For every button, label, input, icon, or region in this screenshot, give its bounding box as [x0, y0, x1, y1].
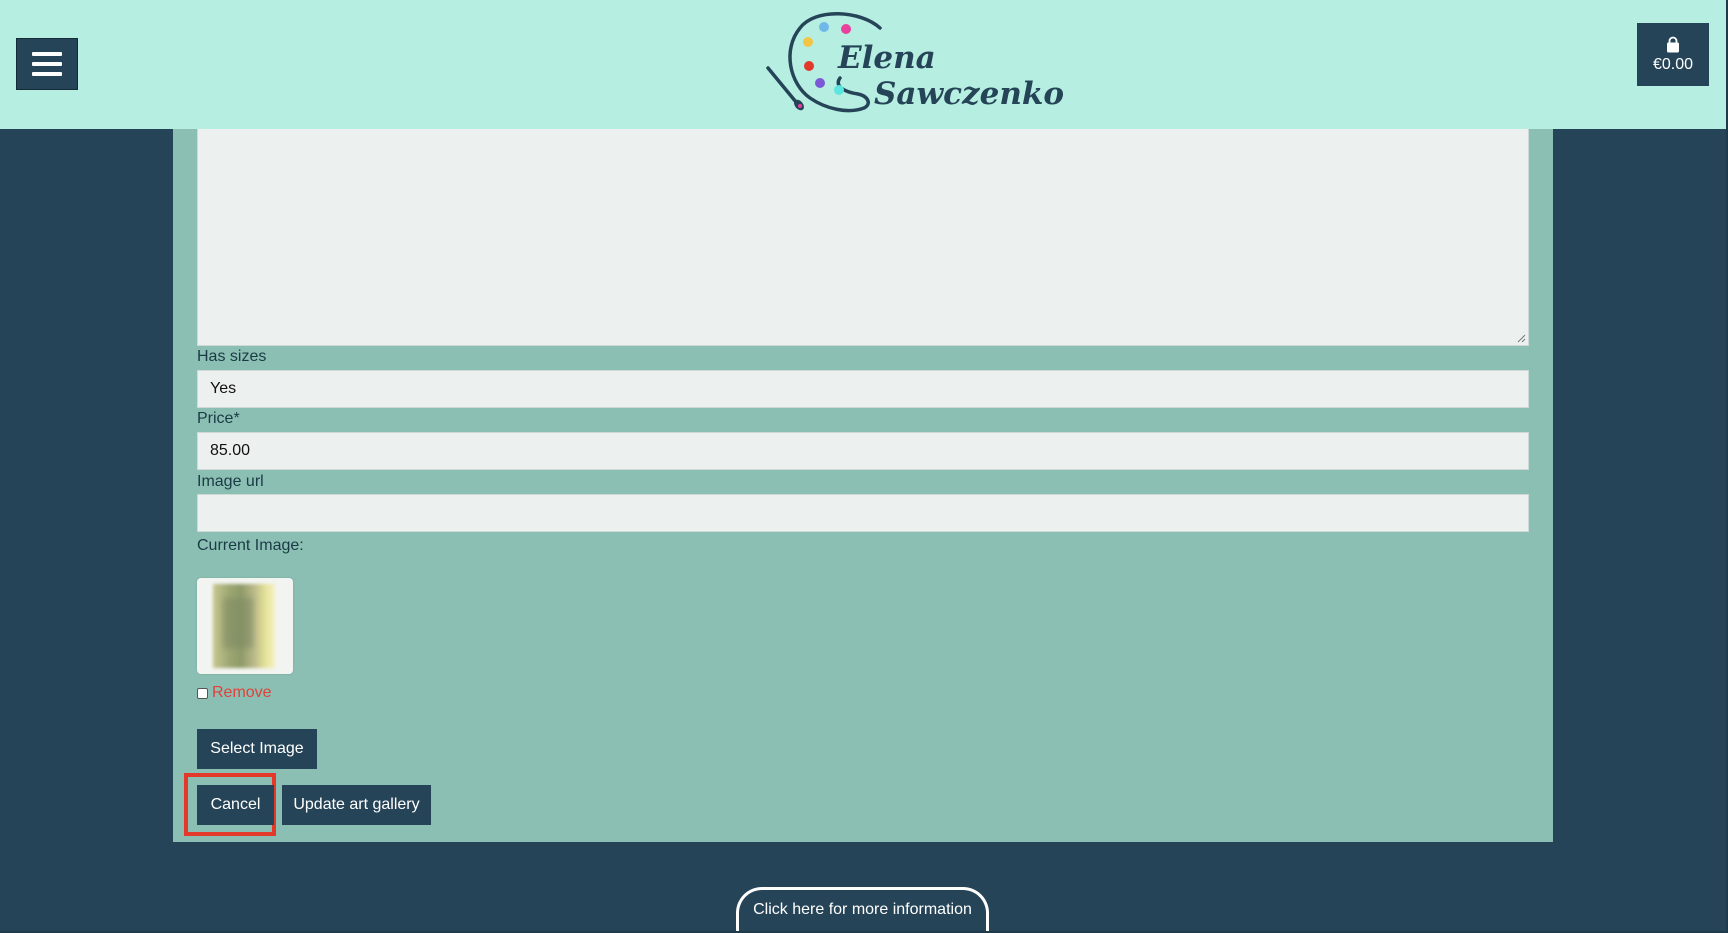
remove-checkbox[interactable] [197, 687, 208, 699]
price-value: 85.00 [210, 442, 251, 459]
has-sizes-select[interactable]: Yes [197, 370, 1529, 408]
edit-artwork-form: Has sizes Yes Price* 85.00 Image url Cur… [173, 129, 1553, 842]
current-image-thumbnail [197, 578, 293, 674]
description-textarea[interactable] [197, 129, 1529, 346]
has-sizes-value: Yes [210, 380, 237, 397]
image-url-label: Image url [197, 473, 264, 490]
price-input[interactable]: 85.00 [197, 432, 1529, 470]
artwork-image-detail [223, 598, 253, 648]
logo-first-name: Elena [838, 40, 936, 76]
update-art-gallery-button[interactable]: Update art gallery [282, 785, 431, 825]
image-url-input[interactable] [197, 494, 1529, 532]
cart-total: €0.00 [1652, 55, 1694, 73]
site-header: Elena Sawczenko €0.00 [0, 0, 1726, 129]
page-frame: Elena Sawczenko €0.00 Has sizes Yes Pric… [0, 0, 1728, 933]
more-information-tab[interactable]: Click here for more information [736, 887, 989, 931]
current-image-label: Current Image: [197, 537, 304, 554]
resize-grip-icon[interactable] [1517, 334, 1526, 343]
price-label: Price* [197, 410, 240, 427]
remove-label[interactable]: Remove [212, 684, 272, 702]
menu-button[interactable] [16, 38, 78, 90]
site-logo[interactable]: Elena Sawczenko [760, 6, 1064, 121]
logo-last-name: Sawczenko [874, 76, 1065, 112]
remove-image-row: Remove [197, 684, 272, 702]
shopping-bag-icon [1667, 36, 1679, 52]
hamburger-bar [32, 72, 62, 76]
cancel-button[interactable]: Cancel [197, 785, 274, 825]
select-image-button[interactable]: Select Image [197, 729, 317, 769]
has-sizes-label: Has sizes [197, 348, 267, 365]
hamburger-menu-icon [32, 52, 62, 56]
hamburger-bar [32, 62, 62, 66]
cart-button[interactable]: €0.00 [1637, 23, 1709, 86]
